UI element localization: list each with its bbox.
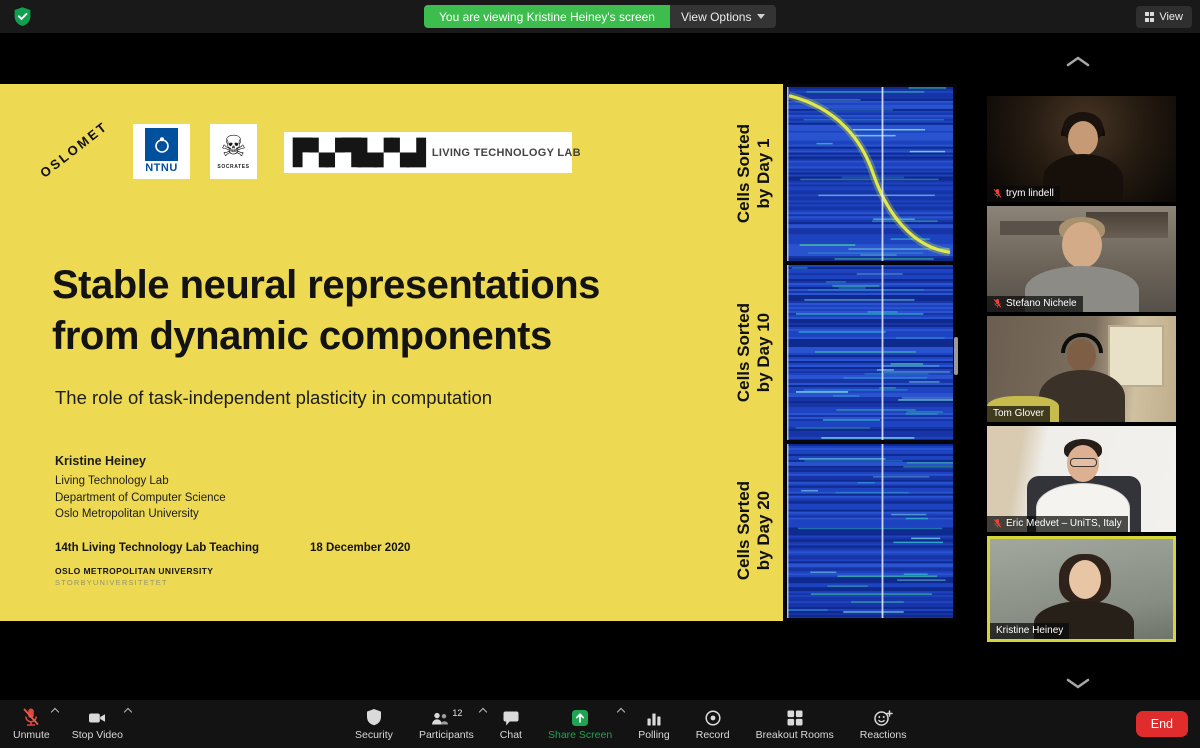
university-name: OSLO METROPOLITAN UNIVERSITY [55,566,214,576]
chat-bubble-icon [503,711,519,726]
shield-icon [366,709,381,726]
university-subtitle: STORBYUNIVERSITETET [55,578,168,587]
heatmap-day10 [787,265,953,440]
socrates-face-icon: ☠ [220,131,247,163]
author-affiliation-3: Oslo Metropolitan University [55,508,199,521]
slide-title-line1: Stable neural representations [52,263,600,307]
ltl-wordmark: LIVING TECHNOLOGY LAB [431,146,581,159]
share-screen-icon [572,710,589,726]
person-head [1069,560,1101,599]
participant-name-tag: Tom Glover [987,406,1051,422]
person-head [1062,222,1102,268]
ntnu-wordmark: NTNU [145,162,178,174]
heatmap-day1 [787,87,953,261]
ntnu-emblem-icon [145,128,178,161]
oslomet-logo: OSLOMET [37,118,111,181]
participants-icon [432,712,449,725]
end-meeting-button[interactable]: End [1135,711,1188,737]
participant-tile[interactable]: trym lindell [987,96,1176,202]
reactions-smiley-icon [874,710,893,726]
event-date: 18 December 2020 [310,542,411,554]
record-button[interactable]: Record [683,700,743,748]
participant-name-tag: trym lindell [987,186,1060,202]
screen-viewing-banner: You are viewing Kristine Heiney's screen… [424,5,777,28]
video-options-chevron[interactable] [123,707,133,717]
heatmap-panel [783,84,956,621]
view-options-dropdown[interactable]: View Options [669,5,777,28]
slide-title: Stable neural representations from dynam… [52,260,600,362]
viewing-status-text: You are viewing Kristine Heiney's screen [424,5,670,28]
heatmap-label-day1: Cells Sorted by Day 1 [734,124,774,224]
participant-name-tag: Eric Medvet – UniTS, Italy [987,516,1128,532]
share-options-chevron[interactable] [616,707,626,717]
slide-title-line2: from dynamic components [52,314,552,359]
author-block: Kristine Heiney Living Technology Lab De… [55,452,226,523]
polling-button[interactable]: Polling [625,700,683,748]
participants-options-chevron[interactable] [478,707,488,717]
participant-tile-active-speaker[interactable]: Kristine Heiney [987,536,1176,642]
audio-options-chevron[interactable] [50,707,60,717]
grid-view-icon [1144,12,1155,22]
camera-icon [89,713,106,723]
participant-tile[interactable]: Tom Glover [987,316,1176,422]
event-name: 14th Living Technology Lab Teaching [55,542,260,554]
panel-resize-handle[interactable] [954,337,958,375]
participant-name-tag: Stefano Nichele [987,296,1083,312]
author-name: Kristine Heiney [55,454,147,468]
heatmap-label-day20: Cells Sorted by Day 20 [734,481,774,581]
person-head [1067,339,1096,372]
breakout-rooms-button[interactable]: Breakout Rooms [743,700,847,748]
participants-count-badge: 12 [452,708,463,718]
muted-mic-icon [993,299,1002,308]
share-screen-button[interactable]: Share Screen [535,700,626,748]
author-affiliation-1: Living Technology Lab [55,475,169,488]
polling-bars-icon [647,713,661,726]
person-glasses [1070,458,1097,467]
participants-video-strip: trym lindell Stefano Nichele Tom Glover [956,33,1200,700]
author-affiliation-2: Department of Computer Science [55,491,226,504]
socrates-logo: ☠ SOCRATES [210,124,257,179]
socrates-wordmark: SOCRATES [217,164,250,170]
scroll-down-chevron-icon[interactable] [1061,676,1095,692]
participant-tile[interactable]: Eric Medvet – UniTS, Italy [987,426,1176,532]
shared-screen-area: OSLOMET NTNU ☠ SOCRATES ▛▚▞▜▙▞▚▟ LIVING … [0,33,956,700]
heatmap-label-day10: Cells Sorted by Day 10 [734,302,774,403]
chat-button[interactable]: Chat [487,700,535,748]
chevron-down-icon [757,14,766,19]
meeting-top-bar: You are viewing Kristine Heiney's screen… [0,0,1200,33]
breakout-rooms-icon [787,710,803,726]
participants-button[interactable]: 12 Participants [406,700,488,748]
view-button[interactable]: View [1135,6,1192,28]
muted-mic-icon [993,189,1002,198]
view-options-label: View Options [680,9,752,24]
ltl-glitch-icon: ▛▚▞▜▙▞▚▟ [293,138,426,167]
mic-muted-icon [23,708,39,726]
meeting-toolbar: Unmute Stop Video Security 12 Participan… [0,700,1200,748]
record-circle-icon [705,710,721,726]
view-button-label: View [1159,11,1183,23]
security-button[interactable]: Security [342,700,406,748]
participant-name-tag: Kristine Heiney [990,623,1070,639]
unmute-button[interactable]: Unmute [4,700,60,748]
stop-video-button[interactable]: Stop Video [63,700,133,748]
scroll-up-chevron-icon[interactable] [1061,53,1095,69]
university-logotype: OSLO METROPOLITAN UNIVERSITY STORBYUNIVE… [55,566,213,587]
person-torso [1039,370,1125,422]
participant-tile[interactable]: Stefano Nichele [987,206,1176,312]
muted-mic-icon [993,519,1002,528]
slide-subtitle: The role of task-independent plasticity … [55,387,493,408]
living-technology-lab-logo: ▛▚▞▜▙▞▚▟ LIVING TECHNOLOGY LAB [284,132,581,173]
heatmap-day20 [787,444,953,618]
ntnu-logo: NTNU [133,124,190,179]
presentation-slide: OSLOMET NTNU ☠ SOCRATES ▛▚▞▜▙▞▚▟ LIVING … [0,84,956,621]
security-shield-icon[interactable] [12,6,33,27]
person-head [1068,121,1098,156]
reactions-button[interactable]: Reactions [847,700,920,748]
